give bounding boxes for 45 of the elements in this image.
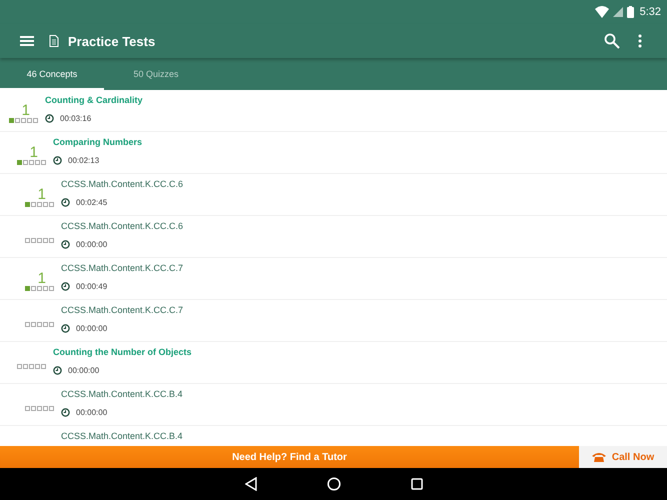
elapsed-time: 00:00:00 [76, 324, 108, 333]
toolbar-title: Practice Tests [68, 34, 156, 48]
concept-title[interactable]: CCSS.Math.Content.K.CC.C.6 [61, 220, 184, 232]
tab[interactable]: 50 Quizzes [104, 58, 208, 90]
clock-icon [61, 198, 70, 207]
search-icon[interactable] [604, 33, 620, 49]
more-options-icon[interactable] [638, 34, 642, 48]
concept-title[interactable]: Comparing Numbers [53, 136, 142, 148]
menu-icon[interactable] [20, 35, 34, 47]
elapsed-time: 00:00:49 [76, 282, 108, 291]
tab[interactable]: 46 Concepts [0, 58, 104, 90]
elapsed-time: 00:00:00 [76, 240, 108, 249]
home-icon[interactable] [326, 477, 340, 491]
elapsed-time: 00:02:13 [68, 156, 100, 165]
score-number: 1 [30, 146, 38, 159]
elapsed-time: 00:00:00 [76, 408, 108, 417]
battery-icon [626, 6, 634, 18]
elapsed-time: 00:03:16 [60, 114, 92, 123]
concept-title[interactable]: Counting & Cardinality [45, 94, 142, 106]
concept-title[interactable]: CCSS.Math.Content.K.CC.C.7 [61, 304, 184, 316]
wifi-icon [594, 6, 609, 18]
clock-icon [61, 324, 70, 333]
signal-icon [612, 7, 623, 17]
clock-icon [53, 366, 62, 375]
call-now-button[interactable]: Call Now [579, 446, 667, 468]
concept-title[interactable]: CCSS.Math.Content.K.CC.B.4 [61, 430, 183, 442]
clock-icon [61, 240, 70, 249]
score-number: 1 [38, 188, 46, 201]
concept-title[interactable]: CCSS.Math.Content.K.CC.C.6 [61, 178, 184, 190]
telephone-icon [592, 452, 606, 462]
document-icon [49, 35, 59, 47]
status-time: 5:32 [640, 6, 661, 18]
concept-title[interactable]: CCSS.Math.Content.K.CC.B.4 [61, 388, 183, 400]
recents-icon[interactable] [410, 478, 422, 490]
clock-icon [61, 282, 70, 291]
elapsed-time: 00:02:45 [76, 198, 108, 207]
clock-icon [45, 114, 54, 123]
clock-icon [53, 156, 62, 165]
back-icon[interactable] [244, 477, 256, 491]
score-number: 1 [22, 104, 30, 117]
concept-title[interactable]: CCSS.Math.Content.K.CC.C.7 [61, 262, 184, 274]
score-number: 1 [38, 272, 46, 285]
clock-icon [61, 408, 70, 417]
concept-title[interactable]: Counting the Number of Objects [53, 346, 192, 358]
elapsed-time: 00:00:00 [68, 366, 100, 375]
